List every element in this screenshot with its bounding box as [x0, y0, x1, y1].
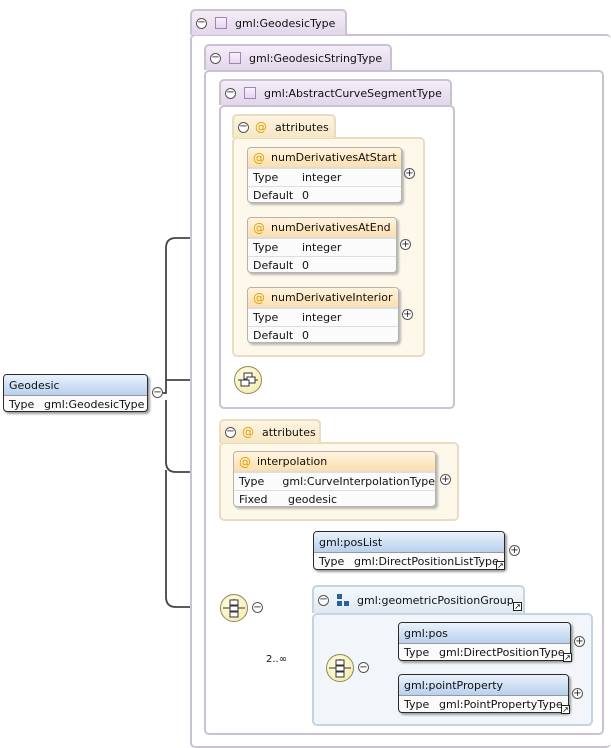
geodesic-string-type-label: gml:GeodesicStringType [249, 51, 383, 65]
attribute-name: numDerivativesAtStart [271, 151, 397, 164]
attribute-at-icon: @ [255, 120, 267, 134]
attribute-interpolation[interactable]: @ interpolation Type gml:CurveInterpolatio… [233, 451, 436, 507]
type-value: gml:PointPropertyType [439, 698, 563, 711]
type-value: gml:DirectPositionType [439, 646, 565, 659]
abstract-curve-segment-type-label: gml:AbstractCurveSegmentType [264, 86, 442, 100]
type-label: Type [9, 398, 35, 411]
element-pos[interactable]: gml:pos Type gml:DirectPositionType [398, 622, 571, 661]
collapse-icon[interactable]: − [252, 602, 263, 613]
fixed-label: Fixed [239, 493, 268, 506]
attribute-at-icon: @ [239, 454, 251, 469]
type-value: integer [302, 311, 342, 324]
attribute-num-derivatives-at-start[interactable]: @ numDerivativesAtStart Type integer Defau… [247, 147, 402, 203]
attribute-at-icon: @ [253, 150, 265, 165]
geodesic-type-label: gml:GeodesicType [235, 16, 336, 30]
group-name: gml:geometricPositionGroup [357, 593, 514, 607]
fixed-value: geodesic [288, 493, 338, 506]
expand-icon[interactable]: + [509, 545, 520, 556]
type-label: Type [253, 241, 279, 254]
attribute-name: numDerivativesAtEnd [271, 221, 391, 234]
type-value: integer [302, 171, 342, 184]
type-value: gml:CurveInterpolationType [282, 475, 435, 488]
element-point-property[interactable]: gml:pointProperty Type gml:PointPropertyT… [398, 674, 569, 713]
geometric-position-group-tab[interactable]: − gml:geometricPositionGroup [312, 585, 525, 613]
sequence-icon [223, 599, 245, 618]
type-value: gml:DirectPositionListType [354, 555, 499, 568]
collapse-icon[interactable]: − [318, 594, 329, 606]
sequence-icon [238, 372, 258, 387]
attribute-name: numDerivativeInterior [271, 291, 393, 304]
complex-type-icon [229, 52, 241, 64]
element-geodesic[interactable]: Geodesic Type gml:GeodesicType [3, 374, 148, 412]
geodesic-type-tab[interactable]: − gml:GeodesicType [190, 9, 347, 35]
attribute-num-derivative-interior[interactable]: @ numDerivativeInterior Type integer Defau… [247, 287, 399, 343]
attributes-label: attributes [262, 425, 316, 439]
collapse-icon[interactable]: − [225, 87, 236, 99]
default-value: 0 [302, 189, 309, 202]
type-label: Type [239, 475, 265, 488]
default-value: 0 [302, 259, 309, 272]
default-label: Default [253, 189, 294, 202]
attribute-at-icon: @ [253, 220, 265, 235]
link-arrow-icon[interactable]: ↗ [513, 602, 522, 611]
expand-icon[interactable]: + [572, 688, 583, 699]
choice-compositor[interactable] [326, 654, 354, 682]
group-icon [337, 594, 349, 606]
element-name: gml:pos [404, 626, 448, 640]
element-name: Geodesic [9, 378, 60, 392]
default-value: 0 [302, 329, 309, 342]
sequence-compositor-abstract[interactable] [234, 366, 262, 394]
attribute-num-derivatives-at-end[interactable]: @ numDerivativesAtEnd Type integer Default… [247, 217, 397, 273]
expand-icon[interactable]: + [574, 636, 585, 647]
expand-icon[interactable]: + [400, 239, 411, 250]
default-label: Default [253, 259, 294, 272]
cardinality-label: 2..∞ [266, 654, 288, 665]
choice-icon [329, 659, 351, 678]
collapse-icon[interactable]: − [210, 52, 221, 64]
attributes-label: attributes [275, 120, 329, 134]
default-label: Default [253, 329, 294, 342]
type-label: Type [404, 646, 430, 659]
sequence-compositor[interactable] [220, 594, 248, 622]
geodesic-string-type-tab[interactable]: − gml:GeodesicStringType [204, 44, 392, 70]
type-value: gml:GeodesicType [44, 398, 145, 411]
attribute-at-icon: @ [253, 290, 265, 305]
link-arrow-icon[interactable]: ↗ [563, 653, 572, 662]
element-name: gml:posList [319, 535, 383, 549]
complex-type-icon [215, 17, 227, 29]
element-name: gml:pointProperty [404, 678, 504, 692]
expand-icon[interactable]: + [402, 309, 413, 320]
attributes-tab-interpolation[interactable]: − @ attributes [219, 419, 321, 443]
attributes-tab-inner[interactable]: − @ attributes [232, 114, 336, 138]
collapse-icon[interactable]: − [196, 17, 207, 29]
collapse-icon[interactable]: − [225, 426, 236, 438]
attribute-at-icon: @ [242, 425, 254, 439]
link-arrow-icon[interactable]: ↗ [561, 705, 570, 714]
collapse-icon[interactable]: − [238, 121, 249, 133]
type-value: integer [302, 241, 342, 254]
link-arrow-icon[interactable]: ↗ [496, 561, 505, 570]
type-label: Type [319, 555, 345, 568]
type-label: Type [253, 171, 279, 184]
type-label: Type [253, 311, 279, 324]
collapse-icon[interactable]: − [152, 387, 163, 398]
abstract-curve-segment-type-tab[interactable]: − gml:AbstractCurveSegmentType [219, 79, 452, 105]
complex-type-icon [244, 87, 256, 99]
collapse-icon[interactable]: − [358, 662, 369, 673]
type-label: Type [404, 698, 430, 711]
expand-icon[interactable]: + [404, 168, 415, 179]
attribute-name: interpolation [257, 455, 328, 468]
element-pos-list[interactable]: gml:posList Type gml:DirectPositionListTy… [313, 531, 505, 570]
expand-icon[interactable]: + [440, 474, 451, 485]
